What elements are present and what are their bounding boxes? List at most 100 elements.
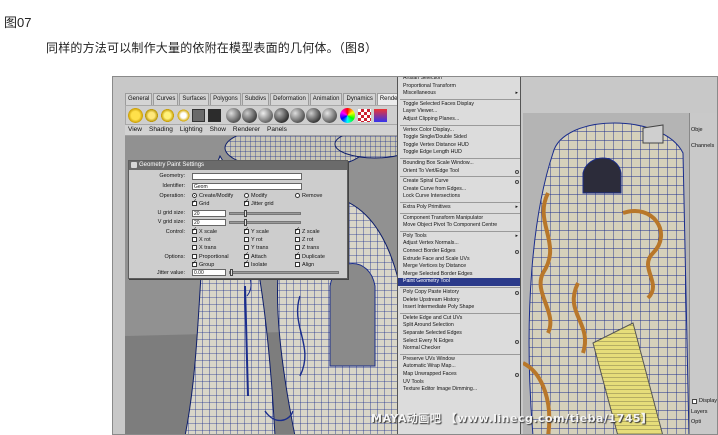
u-grid-size-slider[interactable] [229,210,301,217]
menu-item-delete-edge-and-cut-uvs[interactable]: Delete Edge and Cut UVs [398,315,520,323]
menu-item-poly-tools[interactable]: Poly Tools ▸ [398,233,520,241]
dialog-titlebar[interactable]: Geometry Paint Settings [129,161,347,170]
menu-item-uv-tools[interactable]: UV Tools [398,379,520,387]
control-x-rot-checkbox[interactable]: X rot [192,237,211,243]
shader-sphere-1-icon[interactable] [226,108,241,123]
option-box-icon[interactable] [515,180,519,185]
menu-item-connect-border-edges[interactable]: Connect Border Edges [398,248,520,256]
menu-item-bounding-box-scale-window[interactable]: Bounding Box Scale Window... [398,160,520,168]
option-box-icon[interactable] [515,339,519,344]
menu-item-toggle-selected-faces-display[interactable]: Toggle Selected Faces Display [398,101,520,109]
option-box-icon[interactable] [515,250,519,254]
viewport-menu-show[interactable]: Show [210,125,226,135]
jitter-value-field[interactable]: 0.00 [192,269,226,276]
slider-handle[interactable] [244,210,247,217]
slider-handle[interactable] [230,269,233,276]
menu-item-move-object-pivot-to-component-centre[interactable]: Move Object Pivot To Component Centre [398,222,520,230]
geometry-field[interactable] [192,173,302,180]
menu-item-merge-vertices-by-distance[interactable]: Merge Vertices by Distance [398,263,520,271]
channels-label[interactable]: Channels [691,143,714,149]
point-light-icon[interactable] [160,108,175,123]
menu-item-map-unwrapped-faces[interactable]: Map Unwrapped Faces [398,371,520,379]
shelf-tab-surfaces[interactable]: Surfaces [179,93,210,105]
grid-checkbox[interactable]: Grid [192,198,209,207]
menu-item-toggle-edge-length-hud[interactable]: Toggle Edge Length HUD [398,149,520,157]
u-grid-size-field[interactable]: 20 [192,210,226,217]
control-y-scale-checkbox[interactable]: Y scale [244,226,269,235]
menu-item-toggle-single-double-sided[interactable]: Toggle Single/Double Sided [398,134,520,142]
menu-item-create-curve-from-edges[interactable]: Create Curve from Edges... [398,186,520,194]
options-label[interactable]: Opti [691,419,701,425]
menu-item-preserve-uvs-window[interactable]: Preserve UVs Window [398,356,520,364]
v-grid-size-slider[interactable] [229,219,301,226]
option-box-icon[interactable] [515,373,519,377]
menu-item-orient-to-vert-edge-tool[interactable]: Orient To Vert/Edge Tool [398,168,520,176]
menu-item-split-around-selection[interactable]: Split Around Selection [398,322,520,330]
control-x-trans-checkbox[interactable]: X trans [192,245,216,251]
shelf-tab-animation[interactable]: Animation [309,93,343,105]
menu-item-vertex-color-display[interactable]: Vertex Color Display... [398,127,520,135]
viewport-menu-renderer[interactable]: Renderer [233,125,260,135]
layers-label[interactable]: Layers [691,409,708,415]
menu-item-texture-editor-image-dimming[interactable]: Texture Editor Image Dimming... [398,386,520,394]
shader-sphere-4-icon[interactable] [274,108,289,123]
shader-sphere-3-icon[interactable] [258,108,273,123]
menu-item-adjust-vertex-normals[interactable]: Adjust Vertex Normals... [398,240,520,248]
viewport-menu-shading[interactable]: Shading [149,125,173,135]
menu-item-extrude-face-and-scale-uvs[interactable]: Extrude Face and Scale UVs [398,256,520,264]
sun-light-icon[interactable] [128,108,143,123]
slider-handle[interactable] [244,219,247,226]
control-y-rot-checkbox[interactable]: Y rot [244,237,263,243]
color-wheel-icon[interactable] [340,108,355,123]
shelf-tab-deformation[interactable]: Deformation [270,93,309,105]
shelf-tab-polygons[interactable]: Polygons [210,93,241,105]
option-group-checkbox[interactable]: Group [192,259,214,268]
area-light-icon[interactable] [176,108,191,123]
shelf-tab-dynamics[interactable]: Dynamics [343,93,376,105]
menu-item-automatic-wrap-map[interactable]: Automatic Wrap Map... [398,363,520,371]
menu-item-adjust-clipping-planes[interactable]: Adjust Clipping Planes... [398,116,520,124]
jitter-value-slider[interactable] [229,269,339,276]
option-proportional-checkbox[interactable]: Proportional [192,254,229,260]
shelf-tab-curves[interactable]: Curves [153,93,179,105]
menu-item-insert-intermediate-poly-shape[interactable]: Insert Intermediate Poly Shape [398,304,520,312]
menu-item-extra-poly-primitives[interactable]: Extra Poly Primitives ▸ [398,204,520,212]
menu-item-layer-viewer[interactable]: Layer Viewer... [398,108,520,116]
menu-item-normal-checker[interactable]: Normal Checker [398,345,520,353]
menu-item-miscellaneous[interactable]: Miscellaneous ▸ [398,90,520,98]
control-z-scale-checkbox[interactable]: Z scale [295,226,320,235]
option-box-icon[interactable] [515,169,519,174]
menu-item-proportional-transform[interactable]: Proportional Transform [398,83,520,91]
spot-light-icon[interactable] [144,108,159,123]
viewport-menu-view[interactable]: View [128,125,142,135]
menu-item-poly-copy-paste-history[interactable]: Poly Copy Paste History [398,289,520,297]
shelf-tab-general[interactable]: General [125,93,153,105]
menu-item-toggle-vertex-distance-hud[interactable]: Toggle Vertex Distance HUD [398,142,520,150]
menu-item-component-transform-manipulator[interactable]: Component Transform Manipulator [398,215,520,223]
display-checkbox[interactable] [692,399,697,404]
checker-texture-icon[interactable] [358,109,371,122]
menu-item-merge-selected-border-edges[interactable]: Merge Selected Border Edges [398,271,520,279]
shader-sphere-2-icon[interactable] [242,108,257,123]
option-duplicate-checkbox[interactable]: Duplicate [295,251,325,260]
shader-sphere-7-icon[interactable] [322,108,337,123]
control-z-rot-checkbox[interactable]: Z rot [295,237,313,243]
viewport-menu-panels[interactable]: Panels [267,125,287,135]
shader-sphere-5-icon[interactable] [290,108,305,123]
ramp-texture-icon[interactable] [374,109,387,122]
shader-sphere-6-icon[interactable] [306,108,321,123]
menu-item-delete-upstream-history[interactable]: Delete Upstream History [398,297,520,305]
menu-item-separate-selected-edges[interactable]: Separate Selected Edges [398,330,520,338]
viewport-menu-lighting[interactable]: Lighting [180,125,203,135]
option-isolate-checkbox[interactable]: Isolate [244,259,267,268]
control-x-scale-checkbox[interactable]: X scale [192,226,217,235]
render-icon[interactable] [208,109,221,122]
menu-item-lock-curve-intersections[interactable]: Lock Curve Intersections [398,193,520,201]
identifier-field[interactable]: Geom [192,183,302,190]
menu-item-create-spiral-curve[interactable]: Create Spiral Curve [398,178,520,186]
jitter-grid-checkbox[interactable]: Jitter grid [244,198,274,207]
option-box-icon[interactable] [515,291,519,295]
viewport-3d-right[interactable] [523,113,689,434]
menu-item-paint-geometry-tool[interactable]: Paint Geometry Tool [398,278,520,286]
operation-create-modify-radio[interactable]: Create/Modify [192,193,233,199]
